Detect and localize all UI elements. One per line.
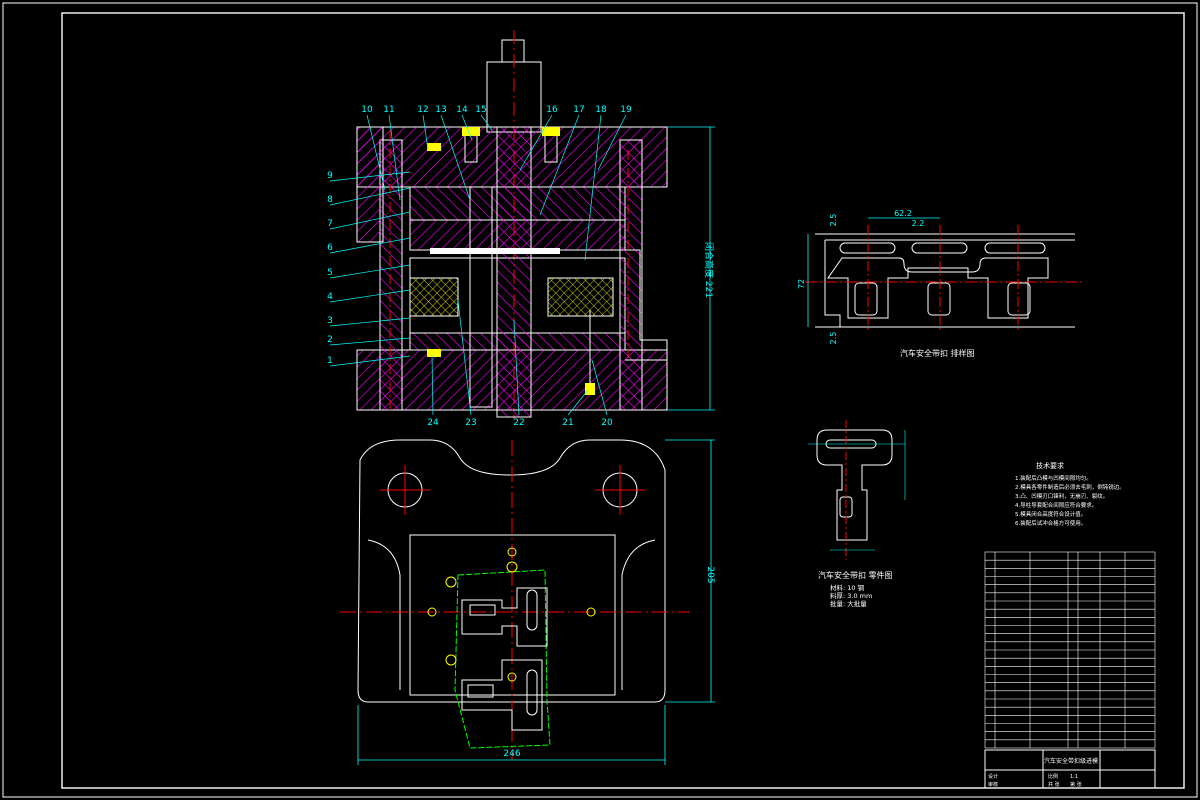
tech-req-line: 2.模具各零件制造后必须去毛刺，倒钝锐边。 (1015, 483, 1125, 491)
strip-layout-view: 62.2 2.2 72 2.5 2.5 汽车安全带扣 排样图 (797, 209, 1085, 358)
title-cell: 比例 (1048, 773, 1058, 780)
part-number-label: 21 (562, 418, 573, 428)
part-number-label: 15 (475, 105, 486, 115)
part-caption: 汽车安全带扣 零件图 (818, 570, 893, 580)
title-block: 汽车安全带扣级进模 设计 审核 比例 1:1 共 张 第 张 (984, 749, 1156, 789)
title-row-label: 审核 (988, 781, 998, 788)
part-number-label: 12 (417, 105, 428, 115)
title-cell: 1:1 (1070, 774, 1078, 780)
height-dim-text: 闭合高度 221 (703, 242, 715, 298)
part-number-label: 13 (435, 105, 446, 115)
part-number-label: 1 (327, 356, 333, 366)
part-number-label: 19 (620, 105, 632, 115)
tech-req-title: 技术要求 (1036, 461, 1064, 470)
part-number-label: 20 (601, 418, 613, 428)
part-number-label: 10 (361, 105, 373, 115)
part-number-label: 23 (465, 418, 476, 428)
part-spec-3: 批量: 大批量 (830, 599, 867, 608)
strip-edge-bottom-dim: 2.5 (829, 332, 838, 345)
part-spec-2: 料厚: 3.0 mm (830, 591, 872, 600)
part-number-label: 9 (327, 171, 333, 181)
strip-edge-top-dim: 2.5 (829, 214, 838, 227)
tech-req-line: 1.装配后凸模与凹模间隙均匀。 (1015, 474, 1092, 482)
part-number-label: 14 (456, 105, 468, 115)
title-row-label: 设计 (988, 773, 998, 780)
part-number-label: 8 (327, 195, 333, 205)
title-block-name: 汽车安全带扣级进模 (1044, 757, 1098, 765)
cad-drawing-canvas: 闭合高度 221 10 11 12 13 14 15 16 17 18 19 987654321 … (2, 2, 1198, 798)
tech-requirements: 技术要求 1.装配后凸模与凹模间隙均匀。 2.模具各零件制造后必须去毛刺，倒钝锐… (1015, 461, 1125, 527)
part-number-label: 18 (595, 105, 607, 115)
part-drawing-view: 汽车安全带扣 零件图 材料: 10 钢 料厚: 3.0 mm 批量: 大批量 (808, 420, 906, 608)
part-number-label: 17 (573, 105, 584, 115)
strip-gap-dim: 2.2 (912, 219, 925, 228)
strip-caption: 汽车安全带扣 排样图 (900, 348, 975, 358)
part-spec-1: 材料: 10 钢 (830, 583, 865, 592)
part-number-label: 7 (327, 219, 333, 229)
part-number-label: 22 (513, 418, 524, 428)
strip-pitch-dim: 62.2 (894, 209, 912, 218)
plan-height-dim: 205 (705, 566, 715, 583)
bom-table (984, 551, 1156, 749)
part-number-label: 3 (327, 316, 333, 326)
part-number-label: 16 (546, 105, 558, 115)
plan-view: 246 205 (340, 439, 715, 765)
plan-width-dim: 246 (503, 749, 520, 759)
part-number-label: 4 (327, 292, 333, 302)
part-number-label: 5 (327, 268, 333, 278)
tech-req-line: 6.装配后试冲合格方可使用。 (1015, 519, 1086, 527)
strip-width-dim: 72 (797, 279, 806, 289)
part-number-label: 24 (427, 418, 439, 428)
tech-req-line: 3.凸、凹模刃口锋利，无崩刃、裂纹。 (1015, 492, 1108, 500)
section-view: 闭合高度 221 10 11 12 13 14 15 16 17 18 19 987654321 … (327, 30, 715, 428)
part-number-label: 11 (383, 105, 394, 115)
part-number-label: 6 (327, 243, 333, 253)
title-cell: 第 张 (1070, 781, 1082, 788)
tech-req-line: 4.导柱导套配合间隙应符合要求。 (1015, 501, 1097, 509)
tech-req-line: 5.模具闭合高度符合设计值。 (1015, 510, 1086, 518)
title-cell: 共 张 (1048, 781, 1060, 788)
part-number-label: 2 (327, 335, 333, 345)
